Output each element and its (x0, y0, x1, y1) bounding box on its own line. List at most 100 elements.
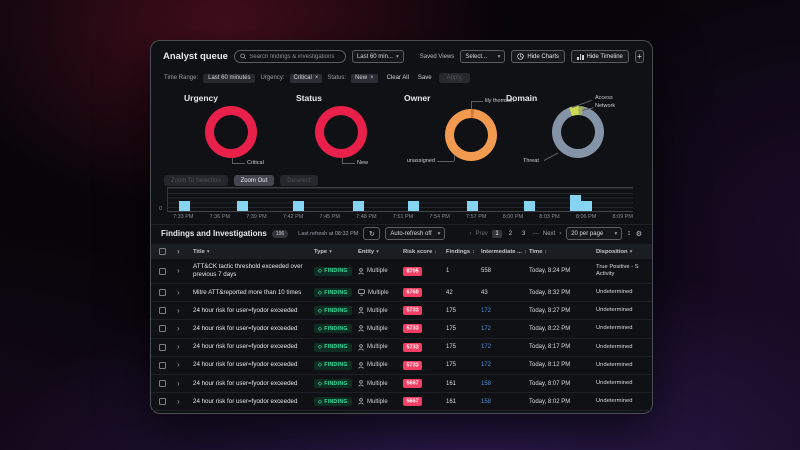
table-row[interactable]: › 24 hour risk for user=fyodor exceeded … (151, 357, 652, 375)
search-input[interactable] (249, 53, 340, 60)
row-expand-chevron[interactable]: › (177, 379, 193, 388)
pagination-page[interactable]: 3 (519, 230, 529, 238)
pagination-prev[interactable]: Prev (476, 231, 488, 237)
row-checkbox[interactable] (159, 289, 166, 297)
domain-donut-chart[interactable] (552, 106, 604, 158)
page-title: Analyst queue (163, 51, 228, 62)
row-checkbox[interactable] (159, 325, 166, 333)
row-title[interactable]: 24 hour risk for user=fyodor exceeded (193, 380, 314, 388)
urgency-donut-chart[interactable] (205, 106, 257, 158)
row-expand-chevron[interactable]: › (177, 397, 193, 406)
table-row[interactable]: › 24 hour risk for user=fyodor exceeded … (151, 339, 652, 357)
pagination: ‹ Prev 123 — Next › (470, 229, 561, 238)
finding-type-badge: ◇ FINDING (314, 324, 352, 334)
expand-all-chevron[interactable]: › (177, 247, 193, 256)
column-header[interactable]: Entity ▾ (358, 249, 403, 255)
row-expand-chevron[interactable]: › (177, 324, 193, 333)
row-title[interactable]: Mitre ATT&reported more than 10 times (193, 289, 314, 297)
hide-timeline-button[interactable]: Hide Timeline (571, 50, 629, 63)
row-expand-chevron[interactable]: › (177, 361, 193, 369)
auto-refresh-dropdown[interactable]: Auto-refresh off ▾ (385, 227, 446, 240)
column-header[interactable]: Disposition ▾ (596, 249, 644, 255)
findings-count: 161 (446, 380, 457, 387)
timeline-bar[interactable] (569, 195, 581, 211)
row-checkbox[interactable] (159, 307, 166, 315)
row-title[interactable]: 24 hour risk for user=fyodor exceeded (193, 325, 314, 333)
table-row[interactable]: › 24 hour risk for user=fyodor exceeded … (151, 302, 652, 321)
saved-views-dropdown[interactable]: Select... ▾ (460, 50, 506, 63)
row-checkbox[interactable] (159, 398, 166, 406)
row-title[interactable]: 24 hour risk for user=fyodor exceeded (193, 343, 314, 351)
row-checkbox[interactable] (159, 380, 166, 388)
intermediate-count[interactable]: 172 (481, 362, 529, 368)
hide-charts-button[interactable]: Hide Charts (511, 50, 566, 63)
timeline-bar[interactable] (352, 201, 364, 211)
apply-button[interactable]: Apply (438, 73, 470, 83)
column-settings-icon[interactable]: ↕ (627, 230, 631, 237)
row-expand-chevron[interactable]: › (177, 288, 193, 297)
clear-all-button[interactable]: Clear All (387, 75, 409, 81)
row-title[interactable]: 24 hour risk for user=fyodor exceeded (193, 307, 314, 315)
table-row[interactable]: › 24 hour risk for user=fyodor exceeded … (151, 320, 652, 339)
sort-icon: ▾ (329, 248, 332, 255)
close-icon[interactable]: × (370, 75, 374, 81)
pagination-page[interactable]: 2 (505, 230, 515, 238)
table-row[interactable]: › Mitre ATT&reported more than 10 times … (151, 284, 652, 303)
column-header[interactable]: Time ↕ (529, 249, 596, 255)
pagination-pages: 123 (491, 229, 529, 238)
timeline-bar[interactable] (179, 201, 191, 211)
time-range-dropdown[interactable]: Last 60 min... ▾ (351, 50, 404, 63)
risk-score-badge: 5667 (403, 379, 423, 389)
timeline-bar[interactable] (237, 201, 249, 211)
timeline-chart[interactable] (167, 187, 633, 212)
table-header-bar: Findings and Investigations 196 Last ref… (151, 224, 652, 242)
column-header[interactable]: Risk score ↓ (403, 249, 446, 255)
intermediate-count[interactable]: 43 (481, 290, 529, 296)
page-size-dropdown[interactable]: 20 per page ▾ (566, 227, 623, 240)
intermediate-count[interactable]: 158 (481, 399, 529, 405)
timeline-bar[interactable] (523, 201, 535, 211)
timeline-bar[interactable] (408, 201, 420, 211)
column-header[interactable]: Intermediate ... ↕ (481, 249, 529, 255)
table-row[interactable]: › ATT&CK tactic threshold exceeded over … (151, 259, 652, 284)
owner-donut-chart[interactable] (445, 109, 497, 161)
status-donut-chart[interactable] (315, 106, 367, 158)
intermediate-count[interactable]: 158 (481, 381, 529, 387)
status-filter-chip[interactable]: New × (351, 73, 378, 83)
save-button[interactable]: Save (418, 75, 432, 81)
pagination-page[interactable]: 1 (491, 229, 503, 238)
refresh-button[interactable]: ↻ (363, 227, 381, 240)
add-tab-button[interactable]: + (634, 50, 644, 63)
column-header[interactable]: Title ▾ (193, 249, 314, 255)
callout-line (342, 163, 355, 164)
time-range-value[interactable]: Last 60 minutes (203, 73, 256, 83)
timeline-bar[interactable] (581, 201, 593, 211)
urgency-filter-chip[interactable]: Critical × (289, 73, 323, 83)
select-all-checkbox[interactable] (159, 248, 166, 255)
row-title[interactable]: 24 hour risk for user=fyodor exceeded (193, 361, 314, 369)
row-title[interactable]: 24 hour risk for user=fyodor exceeded (193, 398, 314, 406)
intermediate-count[interactable]: 558 (481, 268, 529, 274)
column-header[interactable]: Type ▾ (314, 249, 358, 255)
intermediate-count[interactable]: 172 (481, 308, 529, 314)
row-checkbox[interactable] (159, 267, 166, 275)
pagination-next[interactable]: Next (543, 231, 555, 237)
timeline-button[interactable]: Zoom Out (233, 175, 275, 186)
intermediate-count[interactable]: 172 (481, 326, 529, 332)
row-title[interactable]: ATT&CK tactic threshold exceeded over pr… (193, 263, 314, 279)
table-row[interactable]: › 24 hour risk for user=fyodor exceeded … (151, 375, 652, 394)
intermediate-count[interactable]: 172 (481, 344, 529, 350)
row-expand-chevron[interactable]: › (177, 306, 193, 315)
search-box[interactable] (233, 50, 346, 63)
settings-gear-icon[interactable]: ⚙ (636, 230, 642, 238)
table-row[interactable]: › 24 hour risk for user=fyodor exceeded … (151, 393, 652, 412)
row-disposition: True Positive - S Activity (596, 263, 639, 277)
row-expand-chevron[interactable]: › (177, 267, 193, 275)
timeline-bar[interactable] (467, 201, 479, 211)
column-header[interactable]: Findings ↕ (446, 249, 481, 255)
row-expand-chevron[interactable]: › (177, 343, 193, 351)
row-checkbox[interactable] (159, 361, 166, 369)
row-checkbox[interactable] (159, 343, 166, 351)
close-icon[interactable]: × (315, 75, 319, 81)
timeline-bar[interactable] (293, 201, 305, 211)
